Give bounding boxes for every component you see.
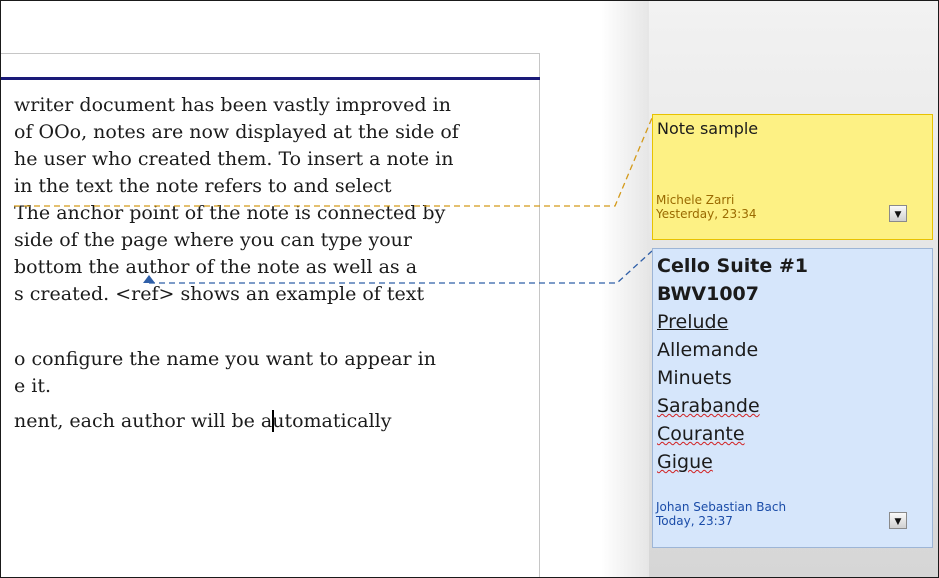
note-list-item: Sarabande: [657, 392, 902, 420]
misspelled-word: Sarabande: [657, 395, 760, 417]
note-title-line: BWV1007: [657, 283, 759, 305]
note-date: Today, 23:37: [656, 514, 733, 528]
misspelled-word: Gigue: [657, 451, 713, 473]
note-yellow[interactable]: Note sample Michele Zarri Yesterday, 23:…: [652, 114, 933, 240]
note-menu-button[interactable]: ▼: [889, 512, 907, 529]
note-date: Yesterday, 23:34: [656, 207, 757, 221]
note-list-item: Prelude: [657, 311, 729, 333]
note-list-item: Minuets: [657, 367, 732, 389]
doc-line: in the text the note refers to and selec…: [14, 175, 392, 197]
dropdown-arrow-icon: ▼: [894, 210, 902, 220]
note-blue[interactable]: Cello Suite #1 BWV1007 Prelude Allemande…: [652, 248, 933, 548]
doc-line: writer document has been vastly improved…: [14, 94, 451, 116]
doc-line: The anchor point of the note is connecte…: [14, 202, 446, 224]
doc-line: o configure the name you want to appear …: [14, 348, 436, 370]
note-list-item: Allemande: [657, 339, 759, 361]
note-text[interactable]: Note sample: [657, 118, 902, 140]
doc-line: e it.: [14, 375, 52, 397]
note-text[interactable]: Cello Suite #1 BWV1007 Prelude Allemande…: [657, 252, 902, 476]
note-title-line: Cello Suite #1: [657, 255, 808, 277]
doc-line: side of the page where you can type your: [14, 229, 412, 251]
doc-line: s created. <ref> shows an example of tex…: [14, 283, 425, 305]
note-list-item: Gigue: [657, 448, 902, 476]
note-author: Johan Sebastian Bach: [656, 500, 787, 514]
doc-line: bottom the author of the note as well as…: [14, 256, 418, 278]
doc-line-with-cursor: nent, each author will be automatically: [14, 409, 391, 433]
note-menu-button[interactable]: ▼: [889, 205, 907, 222]
dropdown-arrow-icon: ▼: [894, 517, 902, 527]
app-frame: writer document has been vastly improved…: [0, 0, 939, 578]
doc-line: he user who created them. To insert a no…: [14, 148, 454, 170]
doc-text-after-cursor: utomatically: [272, 410, 392, 432]
sidebar-shadow: [601, 1, 651, 577]
note-author: Michele Zarri: [656, 193, 735, 207]
note-list-item: Courante: [657, 420, 902, 448]
misspelled-word: Courante: [657, 423, 745, 445]
doc-text-before-cursor: nent, each author will be a: [14, 410, 273, 432]
header-rule: [1, 77, 540, 80]
doc-line: of OOo, notes are now displayed at the s…: [14, 121, 459, 143]
